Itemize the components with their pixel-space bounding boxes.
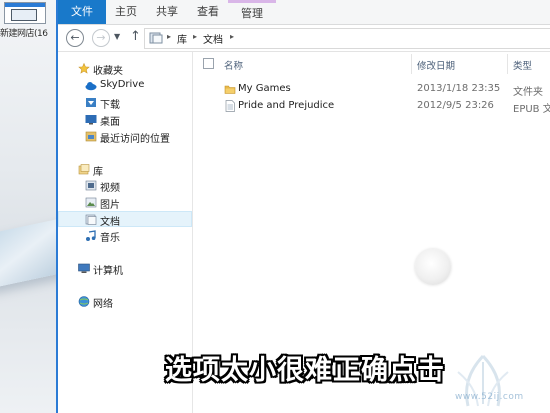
desktop-icon <box>85 115 97 125</box>
computer-icon <box>78 263 90 273</box>
tab-manage[interactable]: 管理 <box>228 0 276 24</box>
file-row[interactable]: My Games 2013/1/18 23:35 文件夹 <box>193 81 550 98</box>
desktop-shortcut-label: 新建网店(16 <box>0 29 48 39</box>
document-library-icon <box>85 214 97 225</box>
nav-item-recent-places[interactable]: 最近访问的位置 <box>58 129 192 145</box>
epub-file-icon <box>225 100 235 112</box>
nav-item-documents[interactable]: 文档 <box>58 211 192 228</box>
nav-label: 文档 <box>100 217 120 228</box>
nav-label: 库 <box>93 167 103 178</box>
nav-label: 音乐 <box>100 233 120 244</box>
library-documents-icon <box>149 32 163 44</box>
picture-library-icon <box>85 197 97 208</box>
video-library-icon <box>85 180 97 191</box>
desktop-background: 新建网店(16 <box>0 0 58 413</box>
arrow-up-icon: ↑ <box>130 29 141 44</box>
watermark-text: www.52ij.com <box>455 392 524 402</box>
breadcrumb-library[interactable]: 库 <box>177 31 187 46</box>
nav-label: SkyDrive <box>100 79 145 90</box>
nav-label: 收藏夹 <box>93 66 123 77</box>
file-modified: 2013/1/18 23:35 <box>417 83 501 94</box>
nav-item-desktop[interactable]: 桌面 <box>58 112 192 128</box>
nav-libraries[interactable]: 库 <box>58 162 192 178</box>
breadcrumb-separator-icon: ▸ <box>167 32 172 41</box>
folder-icon <box>224 85 236 94</box>
nav-network[interactable]: 网络 <box>58 294 192 310</box>
address-bar[interactable]: ▸ 库 ▸ 文档 ▸ <box>144 28 550 49</box>
network-globe-icon <box>78 296 90 307</box>
tab-home[interactable]: 主页 <box>106 0 146 24</box>
nav-label: 图片 <box>100 200 120 211</box>
file-type: 文件夹 <box>513 87 543 98</box>
nav-label: 下载 <box>100 100 120 111</box>
star-icon <box>78 63 90 74</box>
arrow-left-icon: ← <box>70 31 80 44</box>
column-header-row: 名称 修改日期 类型 <box>193 52 550 76</box>
nav-computer[interactable]: 计算机 <box>58 261 192 277</box>
tab-view[interactable]: 查看 <box>188 0 228 24</box>
column-divider[interactable] <box>411 54 412 74</box>
nav-item-music[interactable]: 音乐 <box>58 228 192 244</box>
file-name: My Games <box>238 83 291 94</box>
breadcrumb-documents[interactable]: 文档 <box>203 31 223 46</box>
file-name: Pride and Prejudice <box>238 100 335 111</box>
breadcrumb-separator-icon[interactable]: ▸ <box>193 32 197 41</box>
file-row[interactable]: Pride and Prejudice 2012/9/5 23:26 EPUB … <box>193 98 550 115</box>
column-divider[interactable] <box>507 54 508 74</box>
nav-label: 网络 <box>93 299 113 310</box>
breadcrumb-separator-icon[interactable]: ▸ <box>230 32 234 41</box>
ribbon-tab-bar: 文件 主页 共享 查看 管理 <box>58 0 550 25</box>
select-all-checkbox[interactable] <box>203 58 214 69</box>
tab-share[interactable]: 共享 <box>146 0 188 24</box>
file-type: EPUB 文件 <box>513 104 550 115</box>
nav-label: 计算机 <box>93 266 123 277</box>
chevron-down-icon: ▼ <box>114 32 121 41</box>
column-header-type[interactable]: 类型 <box>513 58 532 72</box>
up-button[interactable]: ↑ <box>130 29 141 44</box>
back-button[interactable]: ← <box>66 29 84 47</box>
nav-label: 最近访问的位置 <box>100 134 170 145</box>
touch-cursor-indicator <box>415 249 451 285</box>
cloud-icon <box>85 82 97 91</box>
tab-file[interactable]: 文件 <box>58 0 106 24</box>
navigation-bar: ← → ▼ ↑ ▸ 库 ▸ 文档 ▸ <box>58 25 550 52</box>
nav-item-downloads[interactable]: 下载 <box>58 95 192 111</box>
nav-item-skydrive[interactable]: SkyDrive <box>58 78 192 94</box>
nav-label: 桌面 <box>100 117 120 128</box>
desktop-shortcut-icon[interactable] <box>4 2 46 24</box>
nav-label: 视频 <box>100 183 120 194</box>
libraries-icon <box>78 164 90 175</box>
arrow-right-icon: → <box>96 31 106 44</box>
file-modified: 2012/9/5 23:26 <box>417 100 494 111</box>
nav-favorites[interactable]: 收藏夹 <box>58 61 192 77</box>
music-library-icon <box>86 230 96 241</box>
forward-button[interactable]: → <box>92 29 110 47</box>
column-header-modified[interactable]: 修改日期 <box>417 58 455 72</box>
recent-locations-dropdown[interactable]: ▼ <box>114 32 120 41</box>
column-header-name[interactable]: 名称 <box>224 58 243 72</box>
nav-item-videos[interactable]: 视频 <box>58 178 192 194</box>
recent-places-icon <box>85 131 97 142</box>
download-icon <box>86 98 96 107</box>
nav-item-pictures[interactable]: 图片 <box>58 195 192 211</box>
desktop-wallpaper-shape <box>0 216 58 289</box>
